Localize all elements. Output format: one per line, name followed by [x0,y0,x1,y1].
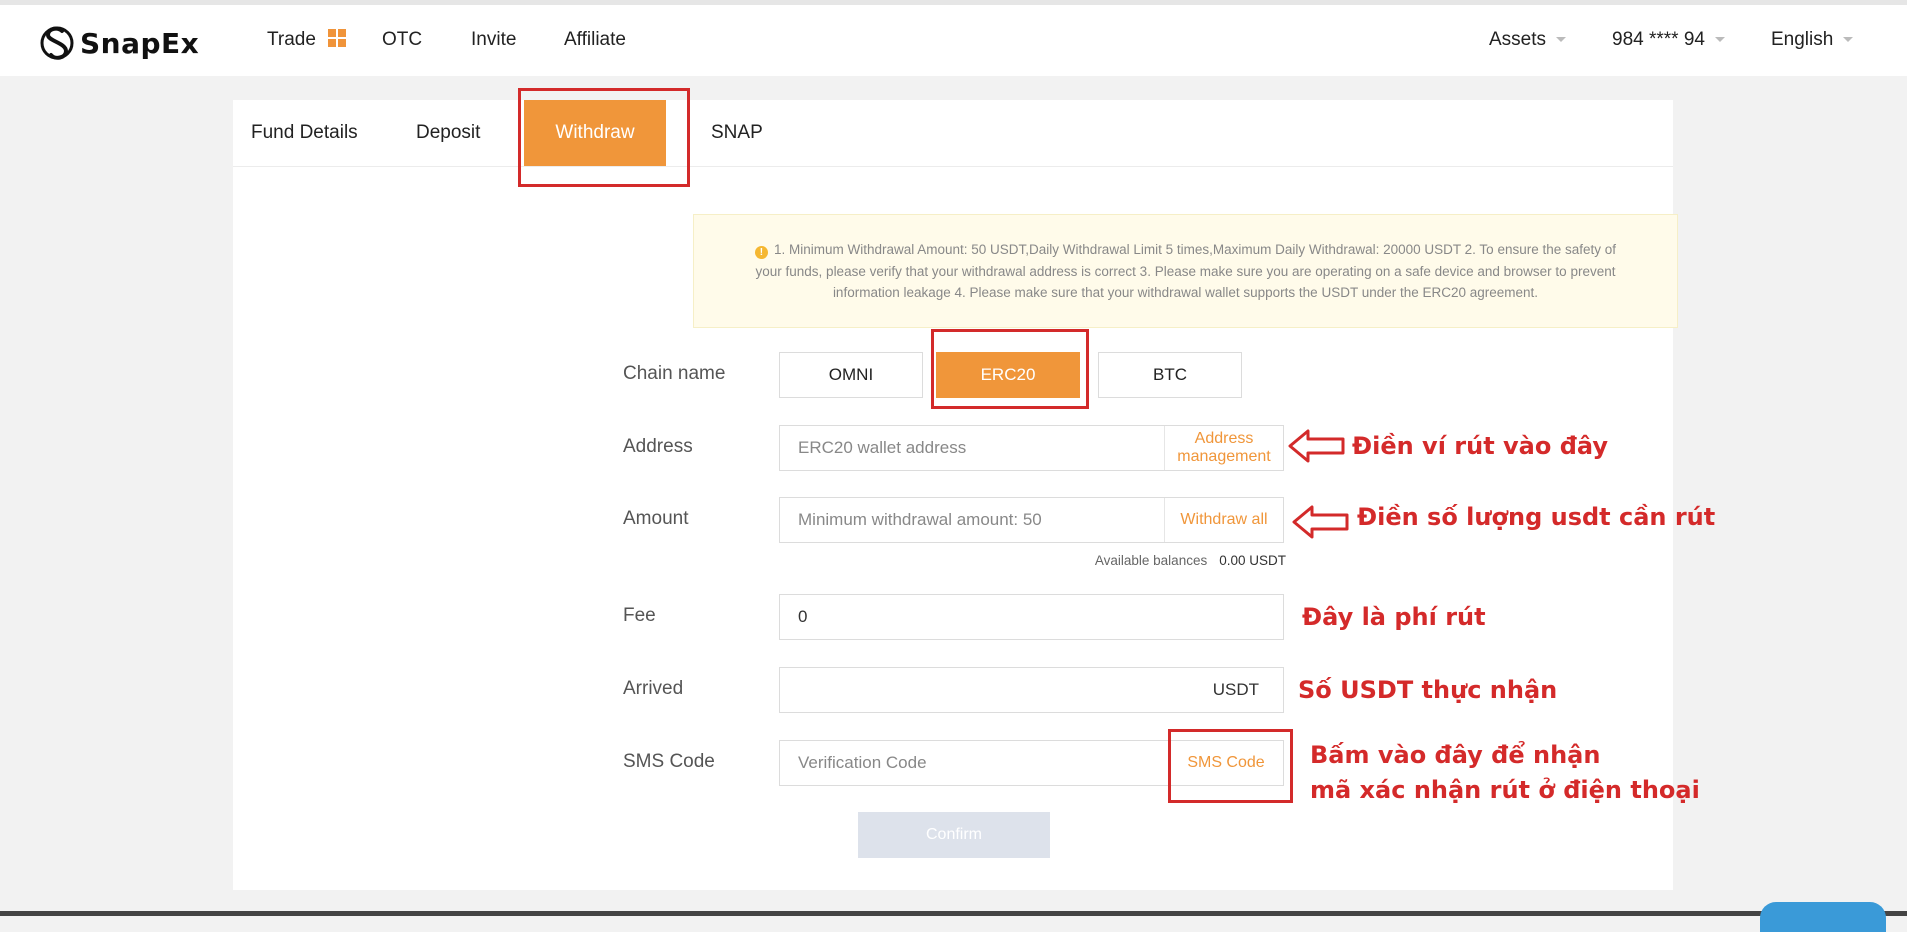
amount-field: Withdraw all [779,497,1284,543]
annotation-arrived: Số USDT thực nhận [1298,676,1558,704]
fee-field [779,594,1284,640]
annotation-amount: Điền số lượng usdt cần rút [1357,503,1716,531]
snapex-logo[interactable]: SnapEx [40,23,199,63]
withdraw-tab-highlight [518,88,690,187]
sms-code-input[interactable] [780,741,1176,785]
fee-input[interactable] [780,595,1176,639]
confirm-button[interactable]: Confirm [858,812,1050,858]
notice-line-3: information leakage 4. Please make sure … [832,285,1539,300]
language-label: English [1771,29,1834,50]
tab-deposit[interactable]: Deposit [416,100,480,166]
amount-label: Amount [623,508,689,529]
nav-trade[interactable]: Trade [267,29,347,51]
withdraw-all-button[interactable]: Withdraw all [1164,498,1283,542]
chat-support-button[interactable] [1760,902,1886,932]
arrived-field: USDT [779,667,1284,713]
brand-name: SnapEx [80,26,200,60]
address-label: Address [623,436,693,457]
chevron-down-icon [1714,37,1725,42]
chevron-down-icon [1843,37,1854,42]
address-management-button[interactable]: Address management [1164,426,1283,470]
fee-label: Fee [623,605,656,626]
arrived-label: Arrived [623,678,684,699]
address-field: Addressmanagement [779,425,1284,471]
notice-line-1: 1. Minimum Withdrawal Amount: 50 USDT,Da… [773,242,1617,257]
tab-snap[interactable]: SNAP [711,100,763,166]
arrow-left-icon [1288,429,1345,463]
nav-affiliate[interactable]: Affiliate [564,29,626,51]
grid-icon [328,29,347,47]
address-management-line-2: management [1177,448,1271,465]
annotation-sms-line-1: Bấm vào đây để nhận [1310,741,1601,769]
notice-line-2: your funds, please verify that your with… [755,263,1616,279]
arrived-unit: USDT [1212,680,1259,699]
arrow-left-icon [1292,505,1349,539]
withdraw-card: Fund Details Deposit Withdraw SNAP ! 1. M… [233,100,1678,890]
account-label: 984 **** 94 [1612,29,1705,50]
snapex-logo-icon [40,26,74,60]
balance-label: Available balances [1094,553,1208,568]
annotation-address: Điền ví rút vào đây [1352,432,1608,460]
amount-input[interactable] [780,498,1176,542]
balance-value: 0.00 USDT [1219,553,1286,568]
sms-code-highlight [1168,729,1293,803]
erc20-highlight [931,329,1089,409]
annotation-fee: Đây là phí rút [1302,603,1486,631]
language-menu[interactable]: English [1771,29,1854,51]
address-management-line-1: Address [1194,430,1254,447]
assets-label: Assets [1489,29,1547,50]
chain-btc-button[interactable]: BTC [1098,352,1242,398]
available-balance: Available balances 0.00 USDT [1095,553,1286,568]
chain-omni-button[interactable]: OMNI [779,352,923,398]
nav-invite[interactable]: Invite [471,29,516,51]
warning-icon: ! [754,246,768,259]
account-menu[interactable]: 984 **** 94 [1612,29,1725,51]
tab-fund-details[interactable]: Fund Details [251,100,358,166]
nav-otc[interactable]: OTC [382,29,422,51]
chevron-down-icon [1556,37,1567,42]
address-input[interactable] [780,426,1176,470]
chain-name-label: Chain name [623,363,726,384]
bottom-edge [0,911,1907,916]
nav-trade-label: Trade [267,29,316,50]
annotation-sms-line-2: mã xác nhận rút ở điện thoại [1310,776,1700,804]
sms-code-label: SMS Code [623,751,715,772]
assets-menu[interactable]: Assets [1489,29,1567,51]
top-navigation-bar: SnapEx Trade OTC Invite Affiliate Assets… [0,0,1907,76]
arrived-input[interactable] [780,668,1176,712]
withdrawal-notice: ! 1. Minimum Withdrawal Amount: 50 USDT,D… [693,214,1678,328]
asset-tabs: Fund Details Deposit Withdraw SNAP [233,100,1673,167]
